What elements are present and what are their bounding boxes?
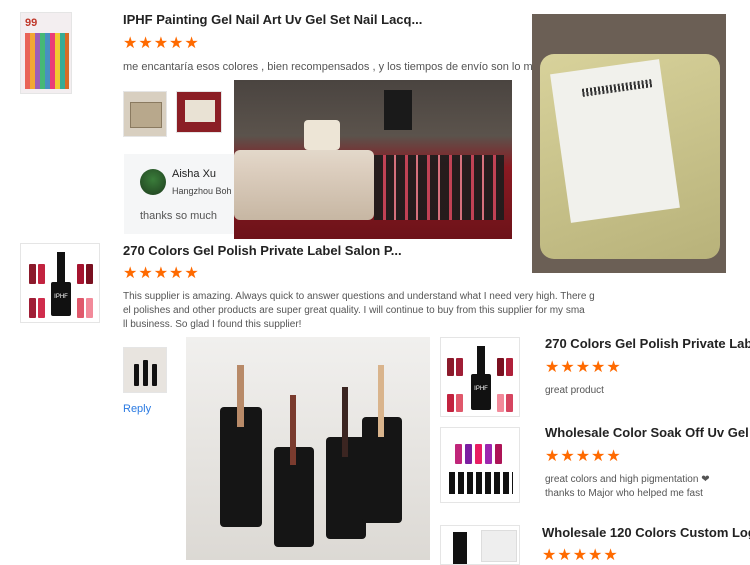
review-product-title[interactable]: Wholesale Color Soak Off Uv Gel [545, 425, 750, 440]
review-photo-open-bottles[interactable] [186, 337, 430, 560]
product-thumbnail-gel-polish[interactable]: IPHF [20, 243, 100, 323]
star-rating: ★★★★★ [545, 448, 622, 465]
review-photo-thumb[interactable] [176, 91, 222, 133]
review-text-line: ll business. So glad I found this suppli… [123, 319, 302, 330]
avatar[interactable] [140, 169, 166, 195]
product-thumbnail[interactable]: IPHF [440, 337, 520, 417]
bottle-brand-label: IPHF [474, 386, 488, 392]
star-rating: ★★★★★ [123, 35, 200, 52]
review-photo-thumb[interactable] [123, 91, 167, 137]
bottle-brand-label: IPHF [54, 294, 68, 300]
product-thumbnail[interactable] [440, 427, 520, 503]
star-rating: ★★★★★ [545, 359, 622, 376]
review-product-title[interactable]: 270 Colors Gel Polish Private Label Salo… [123, 243, 423, 258]
reply-author-name: Aisha Xu [172, 168, 217, 180]
review-photo-package[interactable] [532, 14, 726, 273]
product-thumbnail-nail-gel-set[interactable]: 99 [20, 12, 72, 94]
color-swatch-grid [25, 33, 69, 89]
review-product-title[interactable]: Wholesale 120 Colors Custom Log [542, 525, 750, 540]
review-text-line: This supplier is amazing. Always quick t… [123, 291, 595, 302]
reply-author-company: Hangzhou Boh [172, 186, 232, 196]
review-product-title[interactable]: 270 Colors Gel Polish Private Lab [545, 336, 750, 351]
review-text-line: thanks to Major who helped me fast [545, 488, 703, 499]
review-text: me encantaría esos colores , bien recomp… [123, 61, 533, 73]
thumb-badge: 99 [25, 17, 38, 29]
reply-text: thanks so much [140, 210, 218, 222]
star-rating: ★★★★★ [542, 547, 619, 564]
star-rating: ★★★★★ [123, 265, 200, 282]
bottle-graphic: IPHF [51, 252, 71, 318]
review-text-line: great colors and high pigmentation ❤ [545, 474, 710, 485]
review-text-line: el polishes and other products are super… [123, 305, 585, 316]
review-photo-table-polish[interactable] [234, 80, 512, 239]
review-product-title[interactable]: IPHF Painting Gel Nail Art Uv Gel Set Na… [123, 12, 423, 27]
reply-link[interactable]: Reply [123, 403, 151, 415]
product-thumbnail[interactable] [440, 525, 520, 565]
review-text: great product [545, 385, 604, 396]
review-photo-thumb[interactable] [123, 347, 167, 393]
